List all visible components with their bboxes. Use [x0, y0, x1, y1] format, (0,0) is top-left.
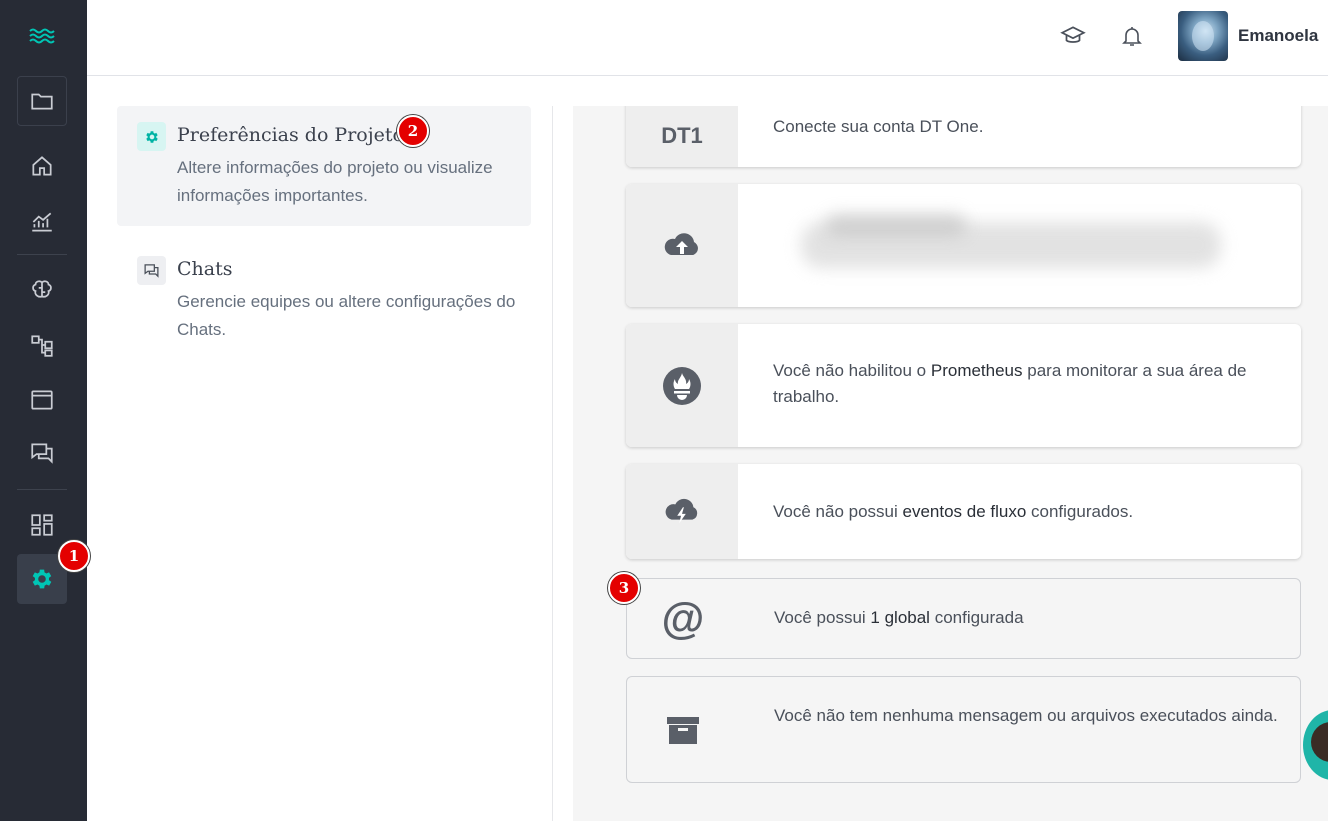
- sidebar: 1: [0, 0, 90, 821]
- sidebar-separator: [17, 254, 67, 255]
- card-text: Você não possui eventos de fluxo configu…: [773, 499, 1281, 525]
- archive-box-icon: [667, 716, 699, 744]
- card-flow-events[interactable]: Você não possui eventos de fluxo configu…: [626, 464, 1301, 559]
- dt-one-logo-icon: DT1: [661, 122, 703, 148]
- sidebar-item-dashboard[interactable]: [17, 500, 67, 550]
- card-text: Você não habilitou o Prometheus para mon…: [773, 358, 1281, 410]
- card-icon-column: DT1: [626, 106, 738, 167]
- dashboard-icon: [31, 514, 53, 536]
- at-sign-icon: @: [661, 593, 705, 643]
- top-bar: Emanoela: [87, 0, 1328, 76]
- chat-icon: [31, 443, 53, 464]
- avatar[interactable]: [1178, 11, 1228, 61]
- card-upload[interactable]: [626, 184, 1301, 307]
- sidebar-item-flows[interactable]: [17, 320, 67, 370]
- flow-icon: [31, 335, 53, 357]
- card-globals[interactable]: @ Você possui 1 global configurada: [626, 578, 1301, 659]
- menu-item-project-preferences[interactable]: Preferências do Projeto Altere informaçõ…: [117, 106, 531, 226]
- chat-icon: [137, 256, 166, 285]
- card-messages[interactable]: Você não tem nenhuma mensagem ou arquivo…: [626, 676, 1301, 783]
- menu-item-description: Altere informações do projeto ou visuali…: [177, 158, 493, 205]
- card-text: Conecte sua conta DT One.: [773, 117, 984, 136]
- bell-icon: [1122, 27, 1142, 46]
- card-icon-column: [626, 324, 738, 447]
- card-icon-column: [626, 464, 738, 559]
- card-text: Você não tem nenhuma mensagem ou arquivo…: [774, 706, 1278, 725]
- card-icon-column: [626, 184, 738, 307]
- project-info-panel: DT1 Conecte sua conta DT One. Você não h…: [573, 106, 1328, 821]
- gear-icon: [137, 122, 166, 151]
- step-badge-2: 2: [397, 115, 429, 147]
- text-part: Você não possui: [773, 502, 903, 521]
- home-icon: [32, 156, 52, 176]
- text-part: configurados.: [1026, 502, 1134, 521]
- cloud-upload-icon: [664, 232, 698, 255]
- sidebar-item-home[interactable]: [17, 141, 67, 191]
- academy-button[interactable]: [1059, 22, 1087, 50]
- menu-item-title: Chats: [177, 258, 233, 280]
- graduation-cap-icon: [1060, 26, 1086, 43]
- sidebar-separator: [17, 489, 67, 490]
- card-prometheus[interactable]: Você não habilitou o Prometheus para mon…: [626, 324, 1301, 447]
- flow-events-link[interactable]: eventos de fluxo: [902, 502, 1026, 521]
- notifications-button[interactable]: [1118, 22, 1146, 50]
- card-icon-column: @: [627, 579, 739, 658]
- window-icon: [31, 390, 53, 410]
- menu-item-description: Gerencie equipes ou altere configurações…: [177, 292, 516, 339]
- card-icon-column: [627, 677, 739, 782]
- chart-icon: [32, 212, 52, 232]
- card-text: Você possui 1 global configurada: [774, 605, 1280, 631]
- cloud-lightning-icon: [665, 498, 698, 523]
- user-name[interactable]: Emanoela: [1238, 26, 1318, 46]
- sidebar-item-brain[interactable]: [17, 265, 67, 315]
- card-dt-one[interactable]: DT1 Conecte sua conta DT One.: [626, 106, 1301, 167]
- settings-menu: Preferências do Projeto Altere informaçõ…: [117, 106, 531, 360]
- gear-icon: [32, 569, 52, 589]
- panel-divider: [552, 106, 553, 821]
- menu-item-title: Preferências do Projeto: [177, 124, 404, 146]
- prometheus-link[interactable]: Prometheus: [931, 361, 1023, 380]
- prometheus-icon: [663, 366, 701, 405]
- sidebar-item-projects[interactable]: [17, 76, 67, 126]
- text-part: configurada: [929, 608, 1024, 627]
- sidebar-item-chats[interactable]: [17, 428, 67, 478]
- text-part: Você possui: [774, 608, 871, 627]
- text-part: Você não habilitou o: [773, 361, 931, 380]
- folder-icon: [31, 93, 53, 110]
- blurred-content: [826, 214, 966, 236]
- step-badge-1: 1: [58, 540, 90, 572]
- menu-item-chats[interactable]: Chats Gerencie equipes ou altere configu…: [117, 240, 531, 360]
- brain-icon: [32, 280, 52, 298]
- step-badge-3: 3: [608, 572, 640, 604]
- globals-link[interactable]: 1 global: [870, 608, 930, 627]
- sidebar-item-window[interactable]: [17, 375, 67, 425]
- sidebar-item-analytics[interactable]: [17, 197, 67, 247]
- logo-icon[interactable]: [28, 26, 56, 46]
